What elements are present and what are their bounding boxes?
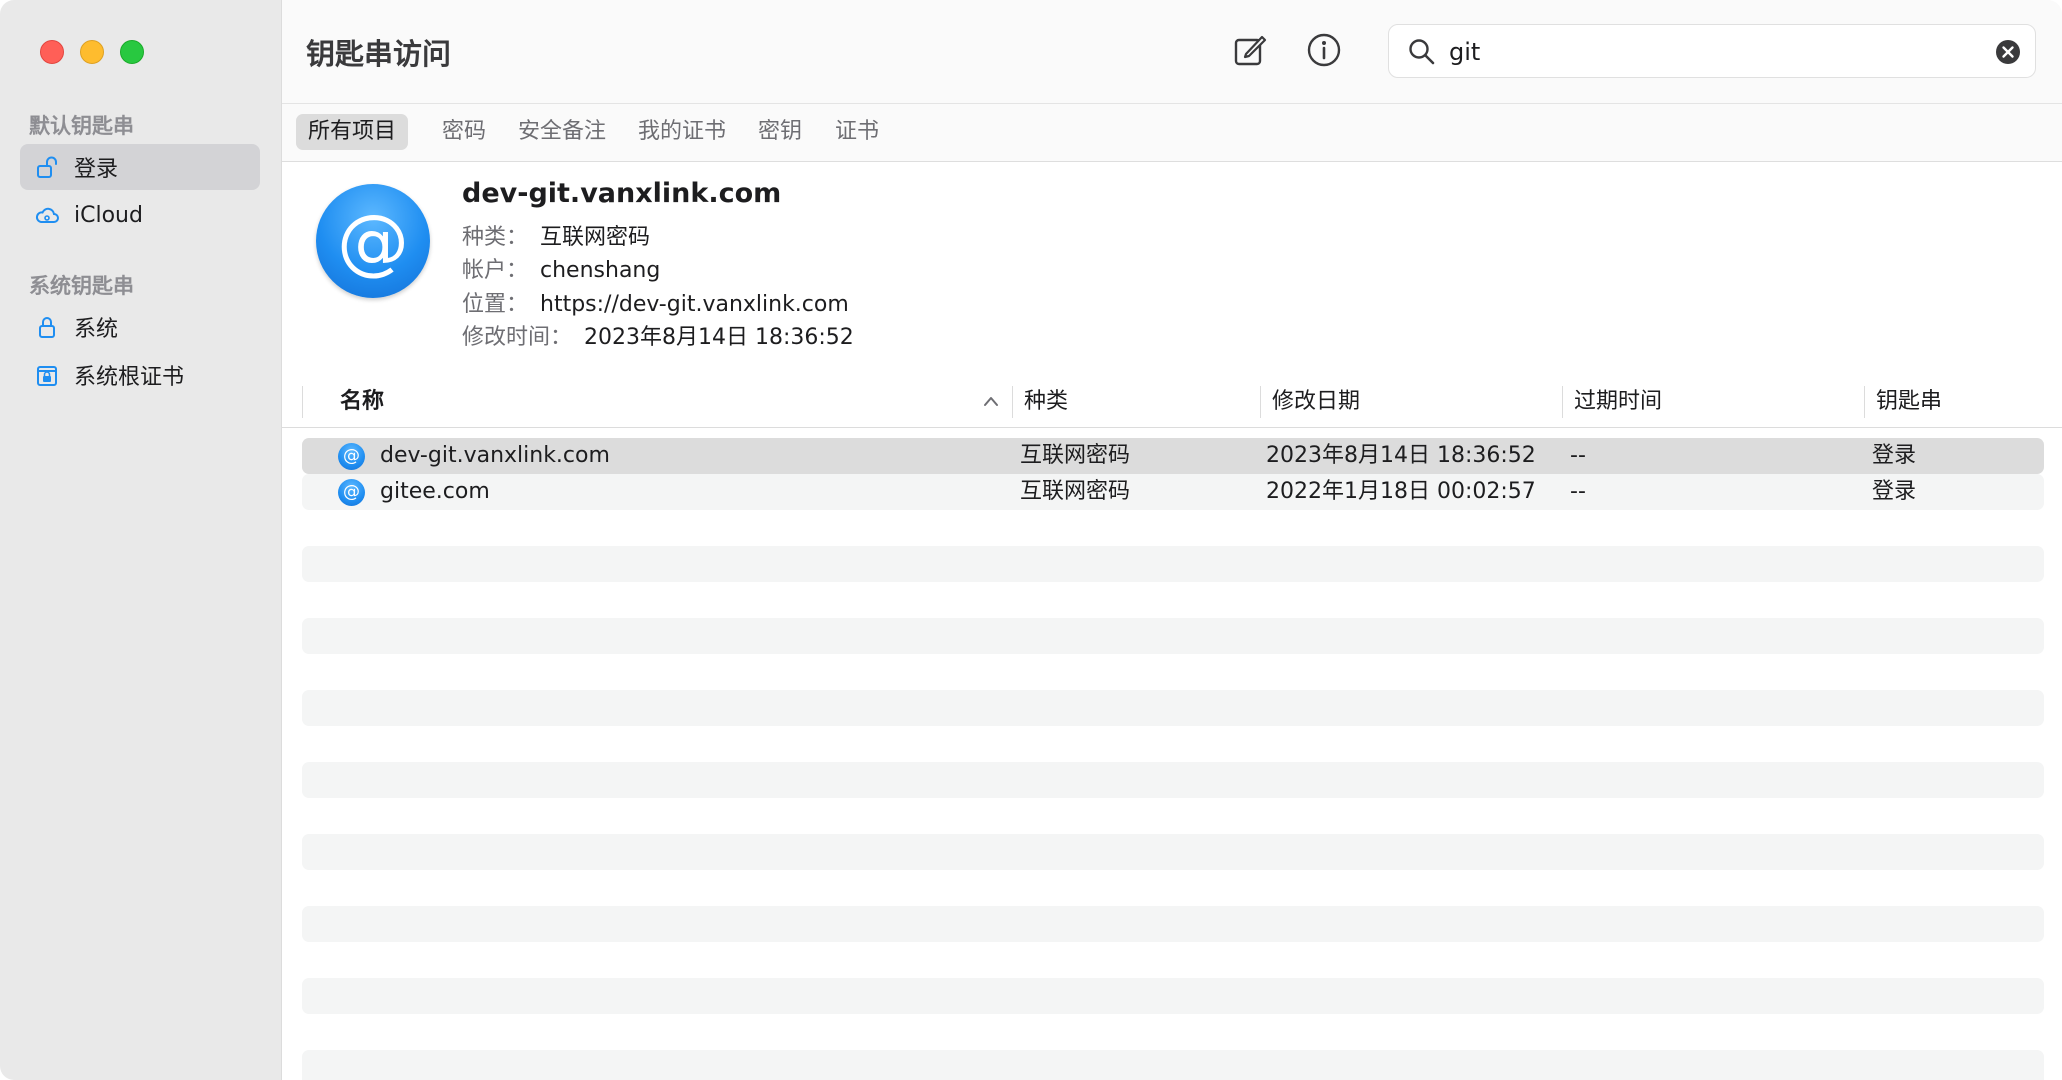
table-row[interactable]: @ gitee.com 互联网密码 2022年1月18日 00:02:57 --… xyxy=(302,474,2044,510)
detail-modified-value: 2023年8月14日 18:36:52 xyxy=(584,325,854,350)
detail-kind: 种类： 互联网密码 xyxy=(462,219,650,251)
sidebar-item-label: 登录 xyxy=(74,157,119,182)
row-expires: -- xyxy=(1570,443,1586,468)
column-divider[interactable] xyxy=(1864,386,1865,418)
sidebar-item-label: 系统根证书 xyxy=(74,365,185,390)
detail-location-label: 位置： xyxy=(462,292,529,317)
sidebar-item-system-roots[interactable]: 系统根证书 xyxy=(20,352,260,398)
empty-row xyxy=(302,762,2044,798)
tab-certificates[interactable]: 证书 xyxy=(823,114,891,150)
empty-row xyxy=(302,1050,2044,1080)
tab-my-certificates[interactable]: 我的证书 xyxy=(626,114,738,150)
empty-row xyxy=(302,978,2044,1014)
row-modified: 2023年8月14日 18:36:52 xyxy=(1266,443,1536,468)
cert-cabinet-icon xyxy=(37,366,57,386)
keychain-window: 默认钥匙串 登录 iCloud 系统钥匙串 系统 系统根证书 钥匙串访问 git… xyxy=(0,0,2062,1080)
lock-icon xyxy=(39,317,55,338)
search-field[interactable] xyxy=(1388,24,2036,78)
category-tabs: 所有项目 密码 安全备注 我的证书 密钥 证书 xyxy=(282,104,2062,162)
column-header-kind[interactable]: 种类 xyxy=(1024,376,1068,428)
table-row[interactable]: @ dev-git.vanxlink.com 互联网密码 2023年8月14日 … xyxy=(302,438,2044,474)
detail-modified-label: 修改时间： xyxy=(462,325,573,350)
chevron-up-icon[interactable] xyxy=(982,394,1000,408)
row-keychain: 登录 xyxy=(1872,479,1917,504)
table-header: 名称 种类 修改日期 过期时间 钥匙串 xyxy=(282,376,2062,428)
sidebar-item-system[interactable]: 系统 xyxy=(20,304,260,350)
row-expires: -- xyxy=(1570,479,1586,504)
tab-passwords[interactable]: 密码 xyxy=(430,114,498,150)
row-keychain: 登录 xyxy=(1872,443,1917,468)
search-icon xyxy=(1409,39,1435,65)
row-kind: 互联网密码 xyxy=(1020,443,1131,468)
column-header-expires[interactable]: 过期时间 xyxy=(1574,376,1662,428)
detail-location: 位置： https://dev-git.vanxlink.com xyxy=(462,286,849,318)
minimize-window-button[interactable] xyxy=(80,40,104,64)
row-name: dev-git.vanxlink.com xyxy=(380,443,610,468)
tab-keys[interactable]: 密钥 xyxy=(746,114,814,150)
detail-account: 帐户： chenshang xyxy=(462,252,660,284)
sidebar: 默认钥匙串 登录 iCloud 系统钥匙串 系统 系统根证书 xyxy=(0,0,282,1080)
sidebar-section-default: 默认钥匙串 xyxy=(29,114,134,138)
internet-password-icon: @ xyxy=(338,479,365,506)
sidebar-item-label: 系统 xyxy=(74,317,119,342)
column-divider[interactable] xyxy=(1012,386,1013,418)
close-window-button[interactable] xyxy=(40,40,64,64)
empty-row xyxy=(302,834,2044,870)
sidebar-item-login[interactable]: 登录 xyxy=(20,144,260,190)
window-controls xyxy=(40,40,144,64)
detail-kind-label: 种类： xyxy=(462,225,529,250)
column-header-keychain[interactable]: 钥匙串 xyxy=(1876,376,1942,428)
compose-icon[interactable] xyxy=(1232,32,1268,68)
empty-row xyxy=(302,618,2044,654)
empty-row xyxy=(302,690,2044,726)
column-divider[interactable] xyxy=(1260,386,1261,418)
tab-secure-notes[interactable]: 安全备注 xyxy=(506,114,618,150)
internet-password-icon: @ xyxy=(316,184,430,298)
column-header-modified[interactable]: 修改日期 xyxy=(1272,376,1360,428)
detail-account-label: 帐户： xyxy=(462,258,529,283)
detail-location-value: https://dev-git.vanxlink.com xyxy=(540,292,849,317)
detail-modified: 修改时间： 2023年8月14日 18:36:52 xyxy=(462,319,854,351)
empty-row xyxy=(302,546,2044,582)
detail-account-value: chenshang xyxy=(540,258,661,283)
empty-row xyxy=(302,906,2044,942)
sidebar-item-label: iCloud xyxy=(74,202,143,228)
window-title: 钥匙串访问 xyxy=(306,37,452,71)
detail-title: dev-git.vanxlink.com xyxy=(462,178,782,209)
row-name: gitee.com xyxy=(380,479,490,504)
sidebar-section-system: 系统钥匙串 xyxy=(29,274,134,298)
column-header-name[interactable]: 名称 xyxy=(340,376,384,428)
column-divider[interactable] xyxy=(1562,386,1563,418)
info-icon[interactable] xyxy=(1306,32,1342,68)
sidebar-item-icloud[interactable]: iCloud xyxy=(20,192,260,238)
zoom-window-button[interactable] xyxy=(120,40,144,64)
clear-icon[interactable] xyxy=(1995,39,2021,65)
lock-open-icon xyxy=(37,156,57,178)
detail-kind-value: 互联网密码 xyxy=(540,225,651,250)
column-divider xyxy=(302,386,303,418)
row-modified: 2022年1月18日 00:02:57 xyxy=(1266,479,1536,504)
internet-password-icon: @ xyxy=(338,443,365,470)
tab-all-items[interactable]: 所有项目 xyxy=(296,114,409,150)
toolbar: 钥匙串访问 xyxy=(282,0,2062,104)
row-kind: 互联网密码 xyxy=(1020,479,1131,504)
search-input[interactable] xyxy=(1449,33,1969,71)
icloud-icon xyxy=(35,207,59,223)
